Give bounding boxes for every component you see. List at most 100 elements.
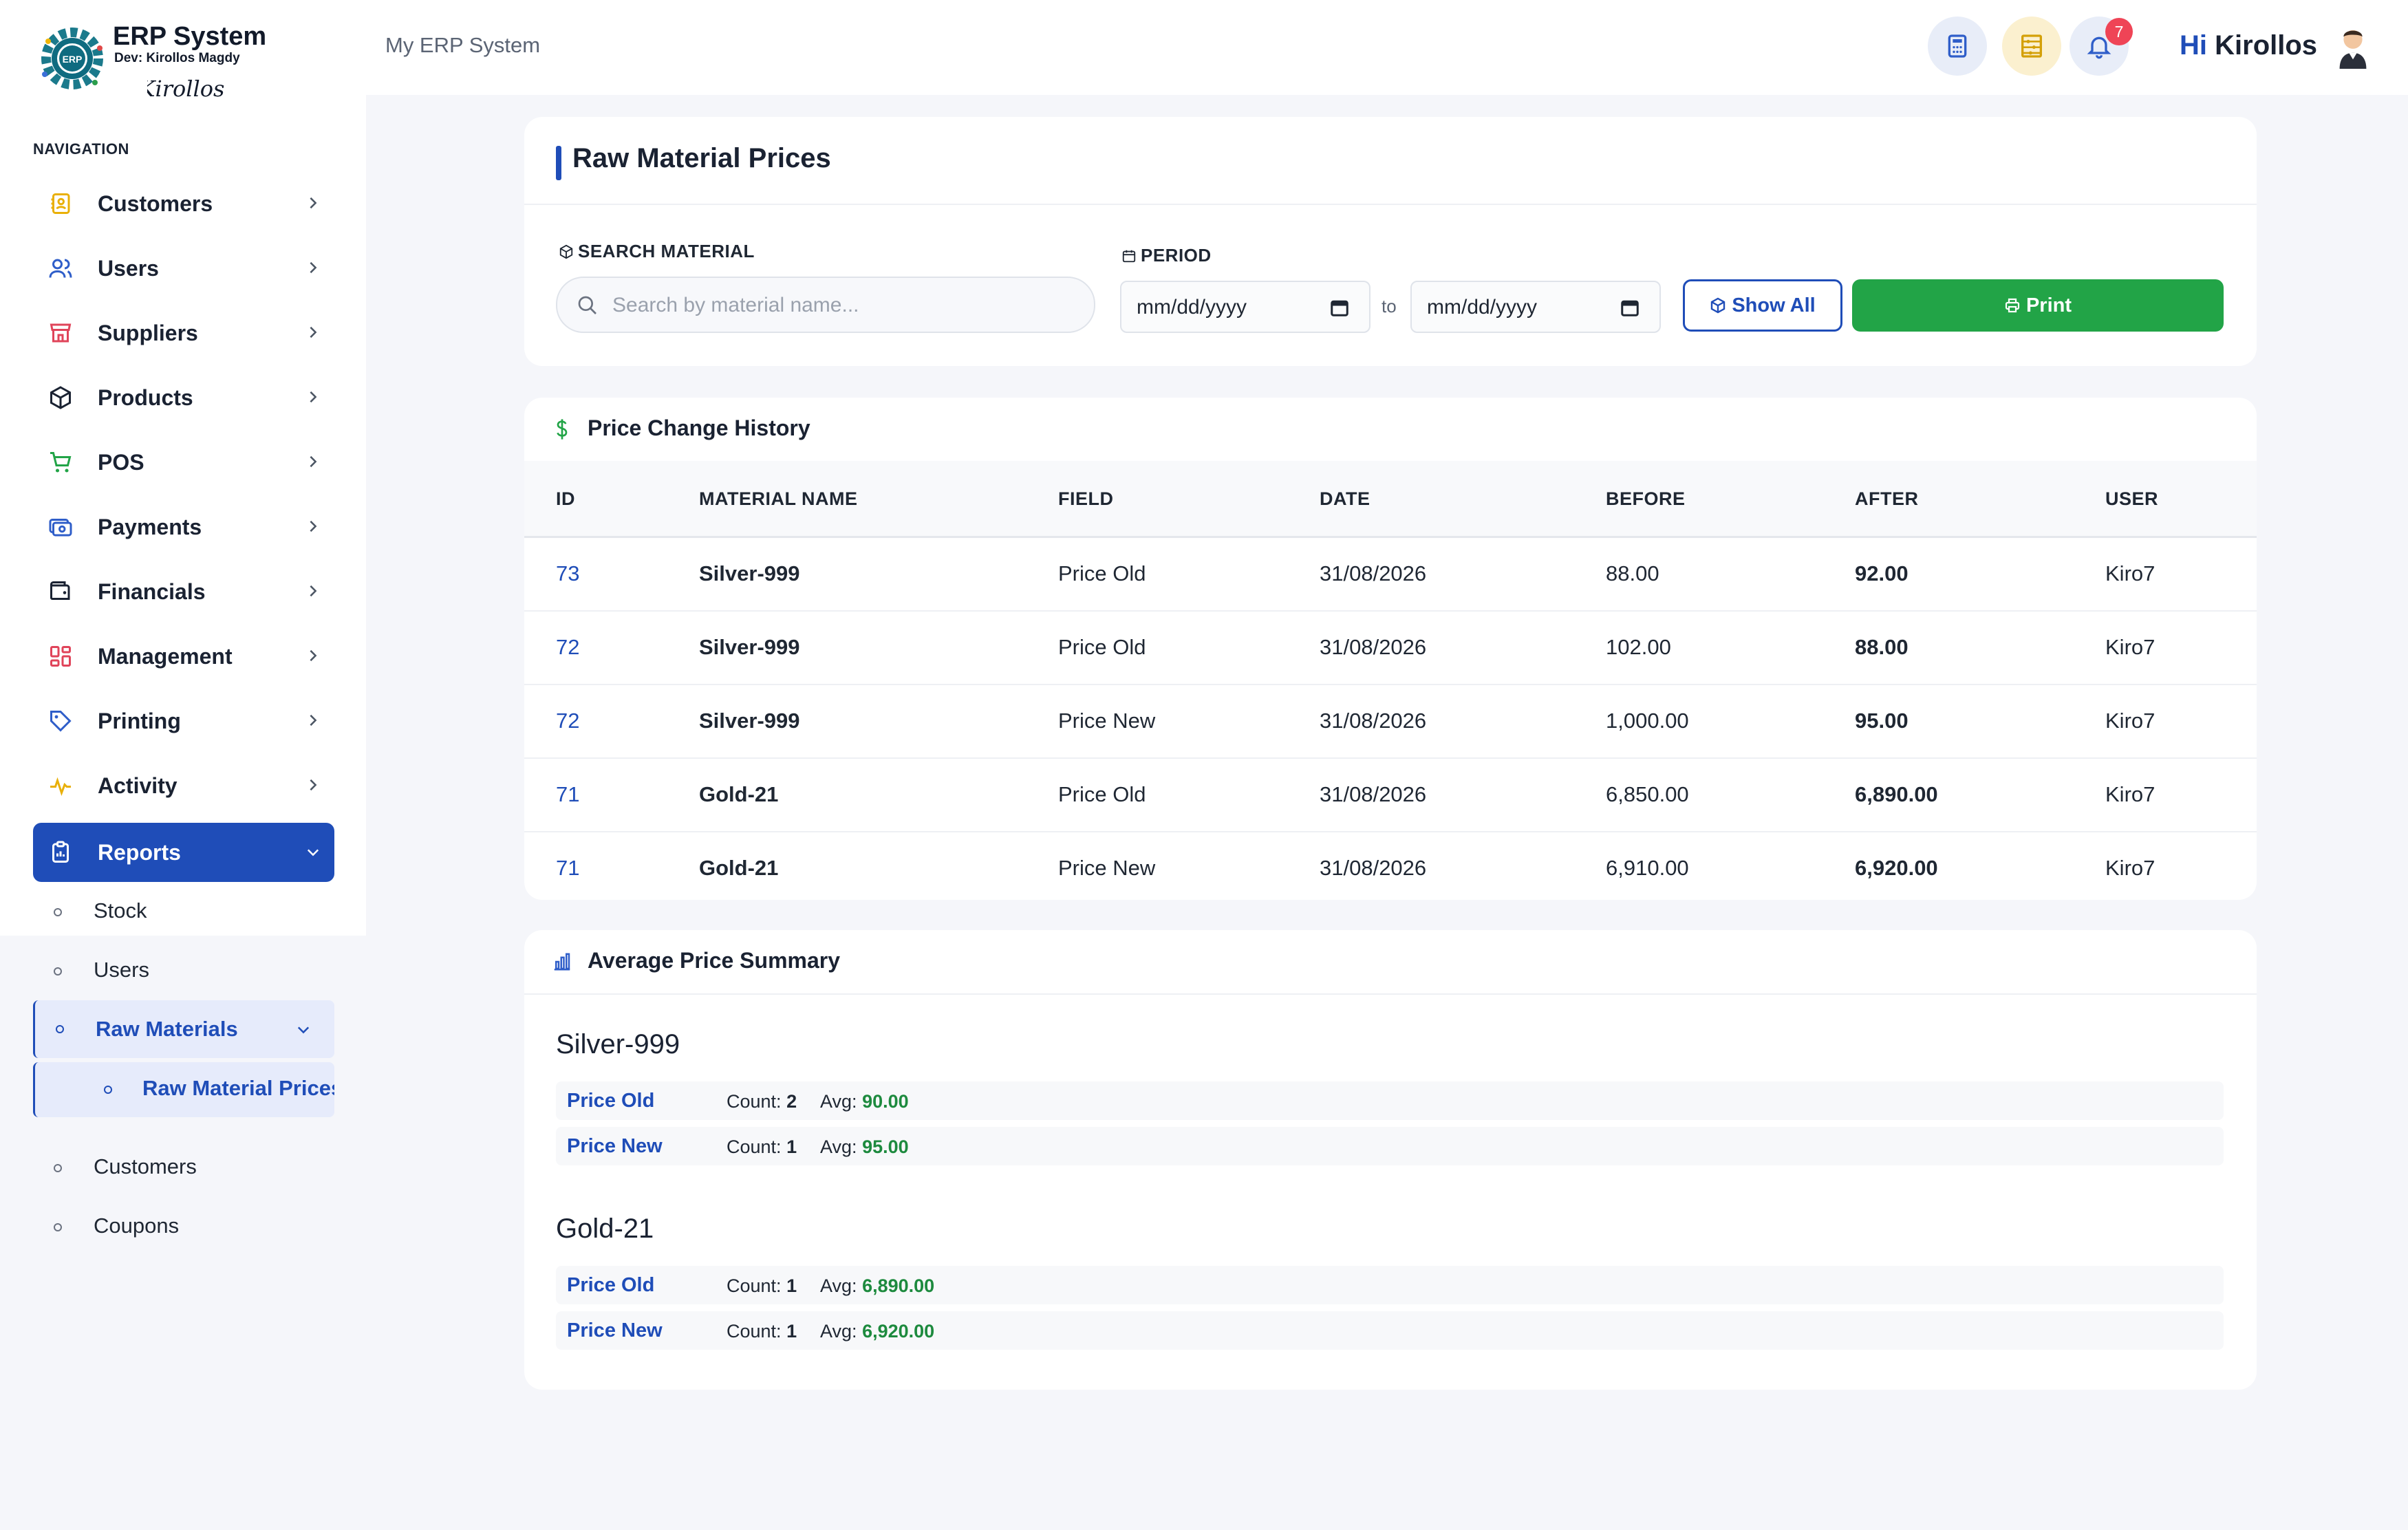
- print-button[interactable]: Print: [1852, 279, 2224, 332]
- cell-user: Kiro7: [2105, 635, 2156, 659]
- table-row[interactable]: 72 Silver-999 Price New 31/08/2026 1,000…: [524, 685, 2257, 759]
- raw-material-prices-link[interactable]: Raw Material Prices: [33, 1062, 334, 1117]
- user-avatar-icon[interactable]: [2332, 23, 2374, 69]
- avg-label: Avg:: [820, 1136, 857, 1157]
- col-field[interactable]: FIELD: [1058, 488, 1114, 510]
- sub-item-label: Customers: [94, 1154, 197, 1178]
- sidebar-item-suppliers[interactable]: Suppliers: [33, 305, 334, 360]
- breadcrumb: My ERP System: [385, 33, 541, 57]
- col-id[interactable]: ID: [556, 488, 575, 510]
- cart-icon: [50, 452, 72, 473]
- period-label: PERIOD: [1121, 245, 1212, 266]
- table-header: ID MATERIAL NAME FIELD DATE BEFORE AFTER…: [524, 461, 2257, 538]
- reports-sub-coupons[interactable]: Coupons: [33, 1203, 334, 1251]
- cell-id[interactable]: 72: [556, 635, 579, 660]
- calendar-icon[interactable]: [1329, 297, 1350, 318]
- sub-item-label: Coupons: [94, 1214, 180, 1238]
- table-row[interactable]: 72 Silver-999 Price Old 31/08/2026 102.0…: [524, 612, 2257, 685]
- notification-count-badge: 7: [2105, 18, 2133, 45]
- calculator-button[interactable]: [1928, 17, 1987, 76]
- col-after[interactable]: AFTER: [1855, 488, 1919, 510]
- greeting-name: Kirollos: [2215, 30, 2318, 61]
- chevron-right-icon: [310, 261, 317, 274]
- show-all-button[interactable]: Show All: [1683, 279, 1842, 332]
- user-greeting[interactable]: Hi Kirollos: [2180, 30, 2317, 61]
- sidebar: ERP ERP System Dev: Kirollos Magdy Kirol…: [0, 0, 366, 936]
- clipboard-icon: [52, 841, 69, 863]
- table-row[interactable]: 71 Gold-21 Price New 31/08/2026 6,910.00…: [524, 832, 2257, 906]
- reports-sub-customers[interactable]: Customers: [33, 1143, 334, 1192]
- summary-count: Count: 2: [727, 1091, 797, 1112]
- chevron-down-icon: [297, 1026, 310, 1034]
- sidebar-item-reports[interactable]: Reports: [33, 823, 334, 882]
- sub-item-label: Raw Material Prices: [142, 1076, 334, 1100]
- tag-icon: [50, 711, 72, 732]
- cell-after: 6,920.00: [1855, 856, 1938, 880]
- page-title: Raw Material Prices: [572, 143, 831, 173]
- cell-before: 1,000.00: [1606, 709, 1689, 733]
- chevron-right-icon: [310, 197, 317, 209]
- title-accent: [556, 146, 561, 180]
- logo-text: ERP: [63, 54, 83, 65]
- summary-count: Count: 1: [727, 1275, 797, 1297]
- bullet-icon: [54, 908, 62, 916]
- reports-sub-raw-materials[interactable]: Raw Materials: [33, 1000, 334, 1058]
- summary-row: Price Old Count: 2 Avg: 90.00: [556, 1081, 2224, 1120]
- date-to-input[interactable]: mm/dd/yyyy: [1410, 281, 1661, 333]
- cell-id[interactable]: 73: [556, 561, 579, 586]
- chevron-right-icon: [310, 779, 317, 791]
- cell-id[interactable]: 71: [556, 856, 579, 881]
- sidebar-item-label: Activity: [98, 773, 178, 798]
- col-material-name[interactable]: MATERIAL NAME: [699, 488, 858, 510]
- cell-date: 31/08/2026: [1320, 635, 1427, 659]
- brand-title: ERP System: [113, 22, 267, 51]
- nav-heading: NAVIGATION: [33, 140, 129, 158]
- cell-id[interactable]: 72: [556, 709, 579, 733]
- chevron-right-icon: [310, 585, 317, 597]
- users-icon: [49, 259, 72, 278]
- col-date[interactable]: DATE: [1320, 488, 1370, 510]
- sidebar-item-label: Suppliers: [98, 320, 198, 345]
- contact-book-icon: [51, 193, 70, 214]
- sidebar-item-label: Financials: [98, 579, 206, 604]
- sidebar-item-activity[interactable]: Activity: [33, 758, 334, 813]
- cell-field: Price Old: [1058, 635, 1146, 659]
- search-input[interactable]: [611, 285, 1082, 326]
- cell-field: Price Old: [1058, 561, 1146, 585]
- col-user[interactable]: USER: [2105, 488, 2158, 510]
- cell-date: 31/08/2026: [1320, 856, 1427, 880]
- calendar-icon: [1122, 250, 1136, 263]
- col-before[interactable]: BEFORE: [1606, 488, 1686, 510]
- sidebar-item-payments[interactable]: Payments: [33, 499, 334, 554]
- reports-sub-stock[interactable]: Stock: [33, 887, 334, 936]
- table-row[interactable]: 71 Gold-21 Price Old 31/08/2026 6,850.00…: [524, 759, 2257, 832]
- table-row[interactable]: 73 Silver-999 Price Old 31/08/2026 88.00…: [524, 538, 2257, 612]
- sidebar-item-label: Payments: [98, 514, 202, 539]
- payments-icon: [49, 519, 72, 537]
- sidebar-item-printing[interactable]: Printing: [33, 693, 334, 748]
- sub-item-label: Users: [94, 958, 149, 982]
- summary-row: Price New Count: 1 Avg: 95.00: [556, 1127, 2224, 1165]
- reports-sub-users[interactable]: Users: [33, 947, 334, 995]
- count-value: 1: [786, 1136, 797, 1157]
- sidebar-item-label: Management: [98, 643, 233, 669]
- calendar-icon[interactable]: [1620, 297, 1640, 318]
- sidebar-item-users[interactable]: Users: [33, 241, 334, 296]
- price-history-card: Price Change History ID MATERIAL NAME FI…: [524, 398, 2257, 900]
- bullet-icon: [56, 1025, 64, 1033]
- summary-field: Price Old: [567, 1090, 655, 1112]
- date-from-input[interactable]: mm/dd/yyyy: [1120, 281, 1370, 333]
- sidebar-item-financials[interactable]: Financials: [33, 564, 334, 619]
- show-all-label: Show All: [1732, 294, 1816, 316]
- store-icon: [50, 323, 72, 343]
- sidebar-item-management[interactable]: Management: [33, 629, 334, 684]
- sidebar-item-customers[interactable]: Customers: [33, 176, 334, 231]
- cell-user: Kiro7: [2105, 782, 2156, 806]
- bar-chart-icon: [554, 953, 570, 971]
- dollar-icon: [557, 419, 568, 440]
- sidebar-item-products[interactable]: Products: [33, 370, 334, 425]
- abacus-button[interactable]: [2002, 17, 2061, 76]
- brand[interactable]: ERP ERP System Dev: Kirollos Magdy Kirol…: [34, 21, 323, 102]
- cell-id[interactable]: 71: [556, 782, 579, 807]
- sidebar-item-pos[interactable]: POS: [33, 435, 334, 490]
